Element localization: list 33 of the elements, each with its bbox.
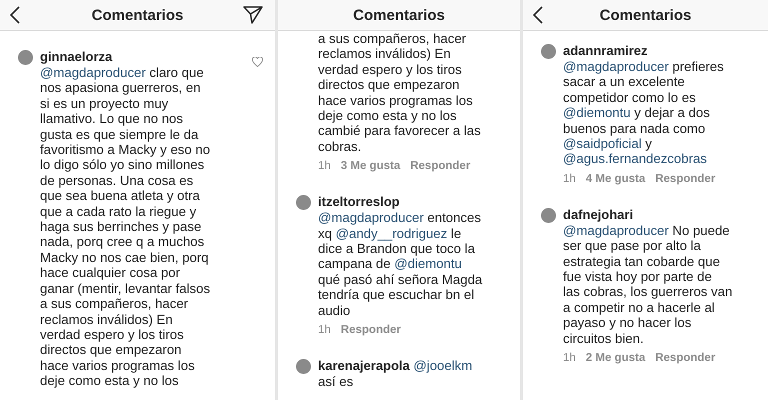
send-icon[interactable]: [243, 6, 263, 24]
comment-text: karenajerapola @jooelkm así es: [318, 358, 474, 390]
avatar: [296, 359, 311, 374]
avatar: [296, 195, 311, 210]
header-title: Comentarios: [353, 6, 445, 24]
comment-time: 1h: [318, 160, 331, 172]
username[interactable]: adannramirez: [563, 43, 756, 59]
comment-time: 1h: [563, 352, 576, 364]
like-count[interactable]: 4 Me gusta: [586, 172, 646, 185]
avatar: [541, 208, 556, 223]
header-title: Comentarios: [92, 6, 184, 24]
comment-text: @magdaproducer prefieres sacar a un excelente competidor como lo es @diemontu y dejar a dos buenos para nada como @saidpoficial y @agus.fernandezcobras: [563, 59, 725, 167]
comment-time: 1h: [563, 172, 576, 185]
avatar: [541, 44, 556, 59]
avatar: [18, 50, 33, 65]
reply-link[interactable]: Responder: [655, 352, 716, 364]
username[interactable]: dafnejohari: [563, 206, 756, 223]
comment-text: @magdaproducer No puede ser que pase por alto la estrategia tan cobarde que fue vista hoy por parte de las cobras, los guerreros van a competir no a hacerle al payaso y no hacer los circuitos bien.: [563, 222, 734, 346]
heart-icon[interactable]: [252, 57, 263, 67]
username[interactable]: itzeltorreslop: [318, 194, 508, 210]
comment-time: 1h: [318, 324, 331, 336]
reply-link[interactable]: Responder: [340, 324, 401, 336]
comment-text: @magdaproducer claro que nos apasiona guerreros, en si es un proyecto muy llamativo. Lo que no nos gusta es que siempre le da favoritismo a Macky y eso no lo digo sólo yo sino millones de personas. Una cosa es que sea buena atleta y otra que a cada rato la riegue y haga sus berrinches y pase nada, porq cree q a muchos Macky no nos cae bien, porq hace cualquier cosa por ganar (mentir, levantar falsos a sus compañeros, hacer reclamos inválidos) En verdad espero y los tiros directos que empezaron hace varios programas los deje como esta y no los: [40, 65, 212, 389]
header-title: Comentarios: [600, 6, 692, 24]
like-count[interactable]: 3 Me gusta: [340, 160, 400, 172]
like-count[interactable]: 2 Me gusta: [586, 352, 646, 364]
reply-link[interactable]: Responder: [655, 172, 716, 185]
back-icon[interactable]: [10, 6, 20, 24]
username[interactable]: ginnaelorza: [40, 49, 245, 65]
reply-link[interactable]: Responder: [410, 160, 470, 172]
comment-text: a sus compañeros, hacer reclamos inválidos) En verdad espero y los tiros directos que empezaron hace varios programas los deje como esta y no los cambié para favorecer a las cobras.: [318, 31, 482, 154]
comment-text: @magdaproducer entonces xq @andy__rodriguez le dice a Brandon que toco la campana de @diemontu qué pasó ahí señora Magda tendría que escuchar bn el audio: [318, 210, 484, 318]
back-icon[interactable]: [533, 6, 543, 24]
